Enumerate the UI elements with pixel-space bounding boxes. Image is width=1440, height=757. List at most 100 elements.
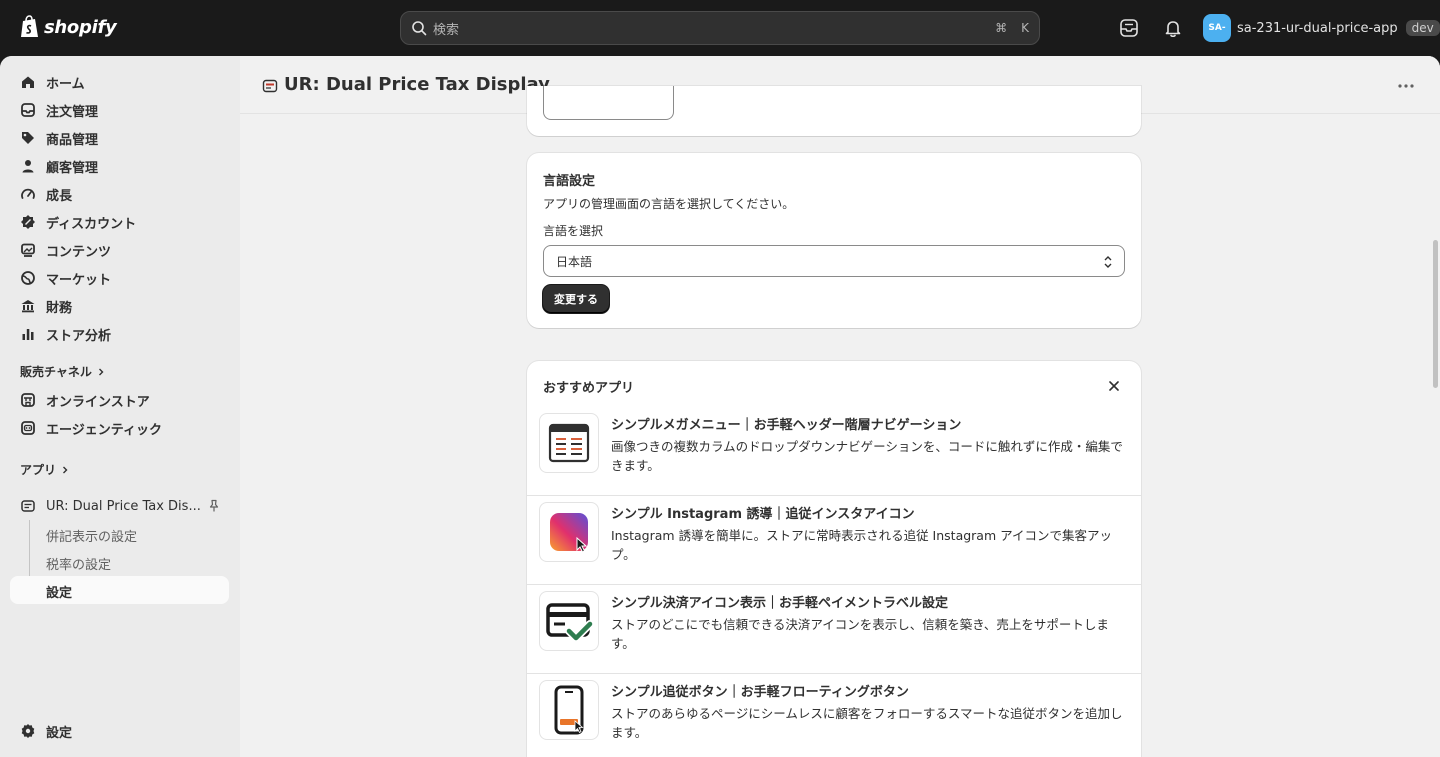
shop-avatar: SA-: [1203, 14, 1231, 42]
recommended-app-row[interactable]: シンプル決済アイコン表示｜お手軽ペイメントラベル設定 ストアのどこにでも信頼でき…: [527, 585, 1141, 674]
app-name: シンプル Instagram 誘導｜追従インスタアイコン: [611, 507, 915, 522]
bell-icon[interactable]: [1162, 17, 1184, 39]
app-card-icon: [262, 79, 278, 93]
sidebar-item-discounts[interactable]: ディスカウント: [10, 208, 229, 236]
page-title: UR: Dual Price Tax Display: [284, 74, 550, 95]
sidebar-item-settings[interactable]: 設定: [10, 717, 229, 745]
app-thumbnail: [539, 680, 599, 740]
shortcut-cmd: ⌘: [995, 21, 1008, 35]
scrollbar-thumb[interactable]: [1433, 240, 1438, 388]
inbox-icon: [21, 103, 35, 117]
sidebar-item-label: オンラインストア: [46, 394, 150, 410]
sidebar-item-analytics[interactable]: ストア分析: [10, 320, 229, 348]
store-icon: [21, 393, 35, 407]
inbox-tray-icon[interactable]: [1118, 17, 1140, 39]
change-language-button[interactable]: 変更する: [543, 285, 609, 313]
sidebar-item-label: 成長: [46, 188, 73, 204]
gauge-icon: [21, 188, 35, 199]
sidebar-item-growth[interactable]: 成長: [10, 180, 229, 208]
recommended-apps-card: おすすめアプリ シンプルメガメニュー｜お手軽ヘッダー階層ナビゲーション 画像つき…: [527, 361, 1141, 757]
sidebar-item-label: ディスカウント: [46, 216, 137, 232]
scrollbar-track[interactable]: [1428, 114, 1440, 757]
sidebar-active-highlight: [10, 576, 229, 604]
apps-heading[interactable]: アプリ: [20, 461, 70, 478]
sidebar-item-label: コンテンツ: [46, 244, 112, 260]
instagram-icon: [550, 513, 588, 553]
language-card-description: アプリの管理画面の言語を選択してください。: [543, 197, 795, 211]
apps-label: アプリ: [20, 463, 57, 477]
app-description: ストアのあらゆるページにシームレスに顧客をフォローするスマートな追従ボタンを追加…: [611, 706, 1123, 740]
app-description: 画像つきの複数カラムのドロップダウンナビゲーションを、コードに触れずに作成・編集…: [611, 439, 1123, 473]
image-icon: [21, 243, 35, 257]
search-placeholder: 検索: [433, 22, 460, 38]
more-horizontal-icon[interactable]: [1396, 76, 1416, 96]
sidebar-item-content[interactable]: コンテンツ: [10, 236, 229, 264]
sidebar-item-label: ストア分析: [46, 328, 112, 344]
payment-card-icon: [546, 603, 593, 642]
chart-icon: [22, 329, 34, 340]
mega-menu-icon: [548, 423, 590, 463]
search-icon: [412, 21, 427, 36]
dev-badge: dev: [1405, 20, 1440, 36]
tag-icon: [22, 132, 34, 144]
phone-button-icon: [554, 685, 584, 735]
recommended-app-row[interactable]: シンプル Instagram 誘導｜追従インスタアイコン Instagram 誘…: [527, 496, 1141, 585]
select-arrows-icon: [1104, 256, 1112, 268]
bank-icon: [21, 300, 35, 313]
gear-icon: [21, 724, 35, 738]
shopify-logo[interactable]: shopify: [20, 15, 117, 39]
sidebar-item-online-store[interactable]: オンラインストア: [10, 386, 229, 414]
sidebar-item-app[interactable]: UR: Dual Price Tax Dis...: [10, 492, 229, 520]
app-card-icon: [21, 500, 35, 512]
sidebar-item-customers[interactable]: 顧客管理: [10, 152, 229, 180]
sidebar: ホーム 注文管理 商品管理 顧客管理 成長 ディスカウント コンテンツ マーケッ…: [0, 56, 240, 757]
sidebar-item-home[interactable]: ホーム: [10, 68, 229, 96]
sidebar-item-label: 商品管理: [46, 132, 99, 148]
person-icon: [22, 160, 34, 173]
language-select[interactable]: 日本語: [543, 245, 1125, 277]
sidebar-item-label: 財務: [46, 300, 73, 316]
sidebar-item-agentic[interactable]: エージェンティック: [10, 414, 229, 442]
language-settings-card: 言語設定 アプリの管理画面の言語を選択してください。 言語を選択 日本語 変更す…: [527, 153, 1141, 328]
sidebar-subitem-settings[interactable]: 設定: [46, 582, 72, 601]
home-icon: [22, 76, 34, 88]
language-select-value: 日本語: [556, 254, 593, 269]
sidebar-item-label: エージェンティック: [46, 422, 162, 438]
discount-icon: [21, 215, 35, 229]
sidebar-item-label: UR: Dual Price Tax Dis...: [46, 498, 201, 514]
sidebar-item-label: 顧客管理: [46, 160, 99, 176]
previous-settings-card: [527, 86, 1141, 136]
admin-shell: ホーム 注文管理 商品管理 顧客管理 成長 ディスカウント コンテンツ マーケッ…: [0, 56, 1440, 757]
sidebar-item-products[interactable]: 商品管理: [10, 124, 229, 152]
sidebar-item-markets[interactable]: マーケット: [10, 264, 229, 292]
sidebar-item-label: 注文管理: [46, 104, 99, 120]
sidebar-subitem-dual-display[interactable]: 併記表示の設定: [46, 526, 137, 545]
shop-name: sa-231-ur-dual-price-app: [1237, 20, 1398, 36]
recommended-app-row[interactable]: シンプルメガメニュー｜お手軽ヘッダー階層ナビゲーション 画像つきの複数カラムのド…: [527, 407, 1141, 496]
language-card-title: 言語設定: [543, 174, 596, 189]
sidebar-subitem-tax-rate[interactable]: 税率の設定: [46, 554, 111, 573]
recommended-app-row[interactable]: シンプル追従ボタン｜お手軽フローティングボタン ストアのあらゆるページにシームレ…: [527, 674, 1141, 757]
recommended-title: おすすめアプリ: [543, 381, 635, 396]
shortcut-key: K: [1021, 21, 1029, 35]
pin-icon[interactable]: [207, 499, 221, 513]
app-description: ストアのどこにでも信頼できる決済アイコンを表示し、信頼を築き、売上をサポートしま…: [611, 617, 1109, 651]
sidebar-item-label: ホーム: [46, 76, 85, 92]
close-icon[interactable]: [1107, 379, 1121, 393]
globe-icon: [21, 271, 35, 285]
shopify-bag-icon: [21, 15, 38, 37]
chevron-right-icon: [98, 368, 104, 375]
previous-card-field[interactable]: [543, 86, 674, 120]
sales-channels-heading[interactable]: 販売チャネル: [20, 363, 106, 380]
search-bar[interactable]: 検索 ⌘ K: [400, 11, 1040, 45]
shopify-wordmark: shopify: [44, 16, 117, 38]
app-thumbnail: [539, 502, 599, 562]
top-bar: shopify 検索 ⌘ K SA- sa-231-ur-dual-price-…: [0, 0, 1440, 56]
sidebar-item-orders[interactable]: 注文管理: [10, 96, 229, 124]
account-menu[interactable]: SA- sa-231-ur-dual-price-app dev: [1203, 14, 1440, 42]
app-description: Instagram 誘導を簡単に。ストアに常時表示される追従 Instagram…: [611, 528, 1112, 562]
sidebar-item-finance[interactable]: 財務: [10, 292, 229, 320]
robot-icon: [21, 421, 35, 435]
app-name: シンプル追従ボタン｜お手軽フローティングボタン: [611, 685, 909, 700]
sidebar-item-label: マーケット: [46, 272, 112, 288]
